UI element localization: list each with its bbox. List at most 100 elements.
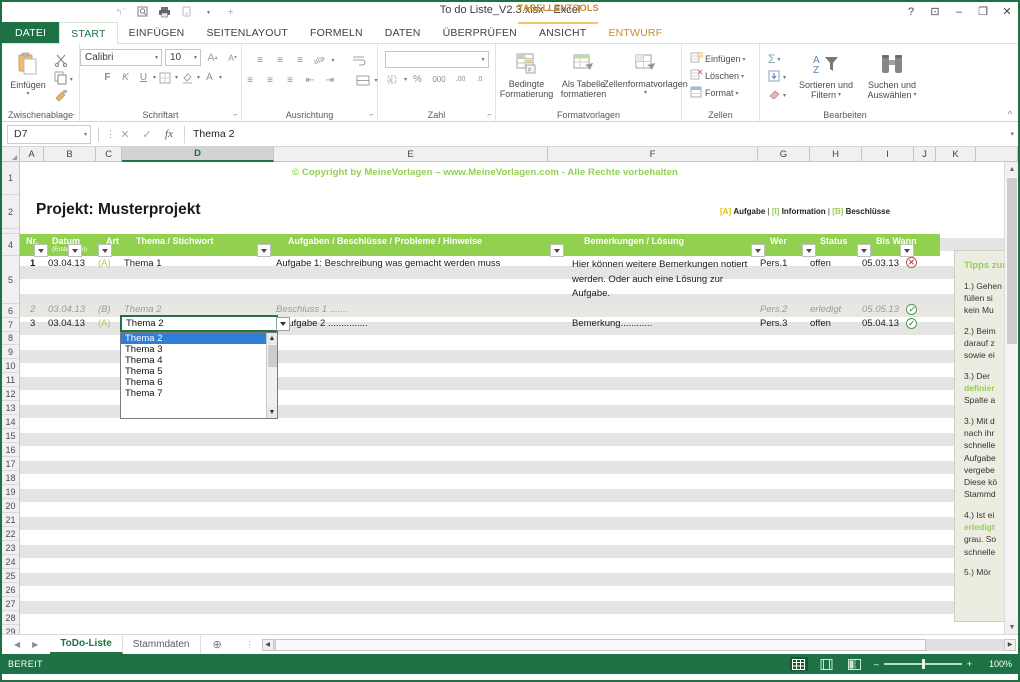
- format-cells-caret-icon[interactable]: ▾: [736, 90, 739, 97]
- row-header-24[interactable]: 24: [2, 555, 19, 569]
- font-dialog-launcher[interactable]: ⌐: [233, 110, 238, 119]
- row-header-17[interactable]: 17: [2, 457, 19, 471]
- add-sheet-button[interactable]: ⊕: [201, 635, 234, 654]
- row-header-10[interactable]: 10: [2, 359, 19, 373]
- column-header-b[interactable]: B: [44, 147, 96, 161]
- number-format-caret-icon[interactable]: ▾: [481, 56, 484, 63]
- merge-cells-button[interactable]: [355, 72, 372, 89]
- delete-cells-button[interactable]: Löschen ▾: [687, 68, 749, 84]
- column-header-i[interactable]: I: [862, 147, 914, 161]
- row-header-16[interactable]: 16: [2, 443, 19, 457]
- column-header-c[interactable]: C: [96, 147, 122, 161]
- column-header-overflow[interactable]: [976, 147, 1018, 161]
- dropdown-item-3[interactable]: Thema 5: [121, 366, 277, 377]
- row-header-27[interactable]: 27: [2, 597, 19, 611]
- tab-seitenlayout[interactable]: SEITENLAYOUT: [195, 22, 299, 43]
- formula-bar-grip[interactable]: ⋮: [106, 129, 114, 140]
- font-name-caret-icon[interactable]: ▾: [155, 54, 158, 61]
- format-cells-button[interactable]: Format ▾: [687, 85, 749, 101]
- dropdown-scrollbar[interactable]: ▲ ▼: [266, 333, 277, 418]
- row-header-25[interactable]: 25: [2, 569, 19, 583]
- grow-font-button[interactable]: A▴: [204, 49, 221, 66]
- dropdown-scroll-down-icon[interactable]: ▼: [267, 407, 277, 418]
- cell-styles-caret-icon[interactable]: ▾: [644, 90, 647, 96]
- underline-caret-icon[interactable]: ▾: [153, 74, 156, 81]
- row-header-23[interactable]: 23: [2, 541, 19, 555]
- row-header-5[interactable]: 5: [2, 256, 19, 304]
- align-bottom-button[interactable]: ≡: [291, 52, 308, 69]
- filter-button-wer[interactable]: [751, 244, 765, 257]
- number-dialog-launcher[interactable]: ⌐: [487, 110, 492, 119]
- row-header-7[interactable]: 7: [2, 318, 19, 332]
- autosum-caret-icon[interactable]: ▾: [777, 56, 780, 63]
- help-icon[interactable]: ?: [904, 2, 918, 22]
- row-header-9[interactable]: 9: [2, 345, 19, 359]
- tab-ueberpruefen[interactable]: ÜBERPRÜFEN: [432, 22, 528, 43]
- increase-decimal-button[interactable]: .00: [452, 71, 469, 88]
- tab-ansicht[interactable]: ANSICHT: [528, 22, 598, 43]
- row-header-26[interactable]: 26: [2, 583, 19, 597]
- filter-button-art[interactable]: [68, 244, 82, 257]
- zoom-in-button[interactable]: +: [967, 659, 972, 669]
- scroll-split-grip[interactable]: ⋮: [246, 640, 254, 649]
- sort-filter-button[interactable]: AZ Sortieren und Filtern ▾: [793, 51, 859, 103]
- align-left-button[interactable]: ≡: [242, 72, 259, 89]
- find-select-caret-icon[interactable]: ▾: [914, 92, 917, 98]
- filter-button-aufgaben[interactable]: [257, 244, 271, 257]
- font-size-caret-icon[interactable]: ▾: [194, 54, 197, 61]
- fill-caret-icon[interactable]: ▾: [783, 74, 786, 81]
- autosum-button[interactable]: Σ ▾: [765, 51, 789, 67]
- decrease-decimal-button[interactable]: .0: [471, 71, 488, 88]
- align-right-button[interactable]: ≡: [282, 72, 299, 89]
- horizontal-scrollbar[interactable]: ◀ ▶: [262, 639, 1016, 651]
- row-header-8[interactable]: 8: [2, 332, 19, 345]
- shrink-font-button[interactable]: A▾: [224, 49, 241, 66]
- row-header-6[interactable]: 6: [2, 304, 19, 318]
- align-top-button[interactable]: ≡: [251, 52, 268, 69]
- column-header-h[interactable]: H: [810, 147, 862, 161]
- dropdown-scroll-thumb[interactable]: [268, 345, 277, 367]
- zoom-thumb[interactable]: [922, 659, 925, 669]
- row-header-11[interactable]: 11: [2, 373, 19, 387]
- expand-formula-bar-icon[interactable]: ▾: [1010, 130, 1014, 138]
- sheet-tab-stammdaten[interactable]: Stammdaten: [123, 635, 201, 654]
- tab-formeln[interactable]: FORMELN: [299, 22, 374, 43]
- scroll-up-icon[interactable]: ▲: [1005, 162, 1018, 176]
- ribbon-display-options-icon[interactable]: ⊡: [928, 2, 942, 22]
- format-as-table-button[interactable]: Als Tabelle formatieren: [556, 50, 612, 99]
- data-validation-dropdown[interactable]: Thema 2 Thema 3 Thema 4 Thema 5 Thema 6 …: [120, 332, 278, 419]
- number-format-combo[interactable]: ▾: [385, 51, 489, 68]
- orientation-button[interactable]: ab: [311, 52, 328, 69]
- page-layout-icon[interactable]: [818, 657, 836, 671]
- insert-cells-caret-icon[interactable]: ▾: [743, 56, 746, 63]
- clear-button[interactable]: ▾: [765, 87, 789, 103]
- row-header-22[interactable]: 22: [2, 527, 19, 541]
- align-center-button[interactable]: ≡: [262, 72, 279, 89]
- tab-einfuegen[interactable]: EINFÜGEN: [118, 22, 196, 43]
- row-header-19[interactable]: 19: [2, 485, 19, 499]
- row-header-18[interactable]: 18: [2, 471, 19, 485]
- font-color-button[interactable]: A: [201, 69, 218, 86]
- borders-button[interactable]: [157, 69, 174, 86]
- alignment-dialog-launcher[interactable]: ⌐: [369, 110, 374, 119]
- format-painter-button[interactable]: [51, 88, 76, 106]
- dropdown-item-5[interactable]: Thema 7: [121, 388, 277, 399]
- dropdown-item-4[interactable]: Thema 6: [121, 377, 277, 388]
- column-header-k[interactable]: K: [936, 147, 976, 161]
- percent-button[interactable]: %: [409, 71, 426, 88]
- cut-button[interactable]: [51, 52, 76, 70]
- filter-button-bis-wann[interactable]: [857, 244, 871, 257]
- data-validation-dropdown-arrow[interactable]: [276, 317, 290, 331]
- zoom-slider[interactable]: – +: [874, 659, 972, 669]
- currency-button[interactable]: €: [385, 71, 402, 88]
- fill-button[interactable]: ▾: [765, 69, 789, 85]
- minimize-button[interactable]: –: [952, 2, 966, 22]
- row-header-14[interactable]: 14: [2, 415, 19, 429]
- name-box[interactable]: D7 ▾: [7, 125, 91, 144]
- copy-caret-icon[interactable]: ▾: [70, 76, 73, 83]
- tab-entwurf[interactable]: ENTWURF: [597, 22, 673, 43]
- zoom-level-label[interactable]: 100%: [982, 659, 1012, 669]
- filter-button-thema[interactable]: [98, 244, 112, 257]
- dropdown-item-2[interactable]: Thema 4: [121, 355, 277, 366]
- decrease-indent-button[interactable]: ⇤: [302, 72, 319, 89]
